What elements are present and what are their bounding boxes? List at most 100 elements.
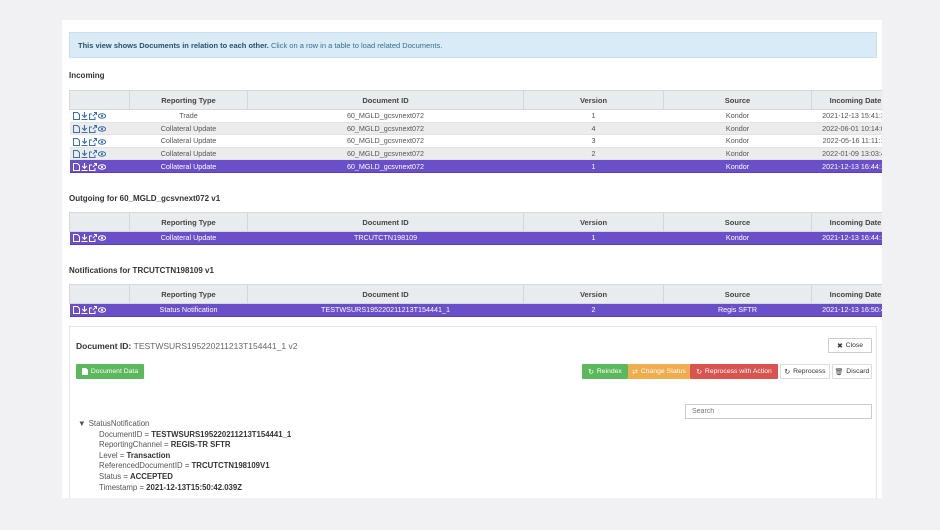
external-link-icon[interactable] — [88, 137, 97, 146]
file-icon[interactable] — [72, 112, 80, 121]
download-icon[interactable] — [81, 150, 88, 159]
reprocess-button[interactable]: ↻ Reprocess — [780, 364, 830, 379]
refresh-icon: ↻ — [588, 368, 594, 376]
column-header[interactable]: Incoming Date — [811, 212, 882, 232]
tree-field: Level = Transaction — [78, 451, 291, 462]
download-icon[interactable] — [81, 137, 88, 146]
column-header[interactable]: Document ID — [246, 90, 525, 110]
reindex-button[interactable]: ↻ Reindex — [582, 364, 628, 379]
file-icon[interactable] — [72, 137, 80, 146]
table-row[interactable]: Collateral Update TRCUTCTN198109 1 Kondor 20… — [69, 231, 882, 245]
cell-document-id: 60_MGLD_gcsvnext072 — [247, 122, 524, 136]
tree-field-separator: = — [161, 440, 171, 450]
file-icon[interactable] — [72, 162, 80, 171]
download-icon[interactable] — [81, 306, 88, 315]
discard-button[interactable]: 🗑 Discard — [832, 364, 872, 379]
tree-field-separator: = — [142, 429, 152, 439]
document-id-heading: Document ID: TESTWSURS195220211213T15444… — [76, 341, 297, 351]
table-row[interactable]: Collateral Update 60_MGLD_gcsvnext072 2 Kon… — [69, 147, 882, 161]
reprocess-label: Reprocess — [793, 368, 826, 375]
tree-root[interactable]: ▼ StatusNotification — [78, 419, 291, 430]
tree-field-value: 2021-12-13T15:50:42.039Z — [146, 482, 242, 492]
eye-icon[interactable] — [97, 150, 106, 158]
documents-page: This view shows Documents in relation to… — [62, 20, 882, 498]
tree-field: ReportingChannel = REGIS-TR SFTR — [78, 440, 291, 451]
column-header[interactable]: Version — [523, 90, 665, 110]
column-header[interactable]: Reporting Type — [129, 284, 248, 304]
tree-field-value: TRCUTCTN198109V1 — [191, 461, 270, 471]
eye-icon[interactable] — [97, 125, 106, 133]
file-icon[interactable] — [72, 150, 80, 159]
cell-version: 1 — [523, 231, 664, 245]
cell-incoming-date: 2021-12-13 15:41:38 — [811, 109, 882, 123]
eye-icon[interactable] — [97, 163, 106, 171]
file-icon[interactable] — [72, 124, 80, 133]
column-header[interactable]: Reporting Type — [129, 212, 248, 232]
close-button[interactable]: ✖ Close — [828, 338, 872, 353]
tree-field: ReferencedDocumentID = TRCUTCTN198109V1 — [78, 461, 291, 472]
change-status-button[interactable]: ⇄ Change Status — [628, 364, 690, 379]
table-row[interactable]: Collateral Update 60_MGLD_gcsvnext072 1 Kon… — [69, 159, 882, 173]
exchange-icon: ⇄ — [632, 368, 638, 376]
external-link-icon[interactable] — [88, 150, 97, 159]
tree-field-separator: = — [121, 471, 130, 481]
eye-icon[interactable] — [97, 306, 106, 314]
column-header[interactable]: Incoming Date — [811, 90, 882, 110]
file-icon[interactable] — [72, 234, 80, 243]
table-row[interactable]: Trade 60_MGLD_gcsvnext072 1 Kondor 2021-12-1… — [69, 109, 882, 123]
eye-icon[interactable] — [97, 138, 106, 146]
file-icon — [81, 368, 88, 375]
download-icon[interactable] — [81, 124, 88, 133]
document-detail-panel: Document ID: TESTWSURS195220211213T15444… — [69, 326, 877, 498]
column-header[interactable]: Version — [523, 284, 665, 304]
document-data-button[interactable]: Document Data — [76, 364, 144, 379]
info-rest: Click on a row in a table to load relate… — [270, 41, 443, 50]
tree-field-value: REGIS-TR SFTR — [170, 440, 231, 450]
external-link-icon[interactable] — [88, 162, 97, 171]
tree-field-key: Level — [99, 450, 118, 460]
cell-reporting-type: Collateral Update — [129, 231, 248, 245]
info-banner: This view shows Documents in relation to… — [69, 32, 877, 58]
download-icon[interactable] — [81, 234, 88, 243]
row-actions — [69, 159, 130, 173]
table-row[interactable]: Collateral Update 60_MGLD_gcsvnext072 4 Kon… — [69, 122, 882, 136]
actions-header — [69, 90, 130, 110]
cell-source: Kondor — [663, 134, 812, 148]
column-header[interactable]: Source — [663, 90, 813, 110]
row-actions — [69, 147, 130, 161]
external-link-icon[interactable] — [88, 124, 97, 133]
eye-icon[interactable] — [97, 234, 106, 242]
external-link-icon[interactable] — [88, 306, 97, 315]
column-header[interactable]: Source — [663, 284, 813, 304]
tree-field-key: DocumentID — [99, 429, 143, 439]
document-data-label: Document Data — [90, 368, 139, 375]
tree-field-key: ReferencedDocumentID — [99, 461, 183, 471]
download-icon[interactable] — [81, 112, 88, 121]
tree-field-separator: = — [182, 461, 192, 471]
column-header[interactable]: Document ID — [246, 212, 525, 232]
column-header[interactable]: Reporting Type — [129, 90, 248, 110]
document-id-value: TESTWSURS195220211213T154441_1 v2 — [133, 341, 298, 351]
external-link-icon[interactable] — [88, 112, 97, 121]
document-id-label: Document ID: — [76, 341, 132, 351]
table-row[interactable]: Status Notification TESTWSURS195220211213… — [69, 303, 882, 317]
cell-document-id: 60_MGLD_gcsvnext072 — [247, 159, 524, 173]
redo-icon: ↻ — [784, 368, 791, 376]
file-icon[interactable] — [72, 306, 80, 315]
reprocess-with-action-button[interactable]: ↻ Reprocess with Action — [690, 364, 778, 379]
caret-down-icon[interactable]: ▼ — [78, 419, 86, 430]
table-row[interactable]: Collateral Update 60_MGLD_gcsvnext072 3 Kon… — [69, 134, 882, 148]
download-icon[interactable] — [81, 162, 88, 171]
external-link-icon[interactable] — [88, 234, 97, 243]
row-actions — [69, 122, 130, 136]
cell-version: 2 — [523, 147, 664, 161]
redo-icon: ↻ — [696, 368, 702, 376]
column-header[interactable]: Document ID — [246, 284, 525, 304]
column-header[interactable]: Incoming Date — [811, 284, 882, 304]
eye-icon[interactable] — [97, 112, 106, 120]
cell-version: 4 — [523, 122, 664, 136]
actions-header — [69, 284, 130, 304]
search-input[interactable] — [685, 404, 872, 419]
column-header[interactable]: Version — [523, 212, 665, 232]
column-header[interactable]: Source — [663, 212, 813, 232]
